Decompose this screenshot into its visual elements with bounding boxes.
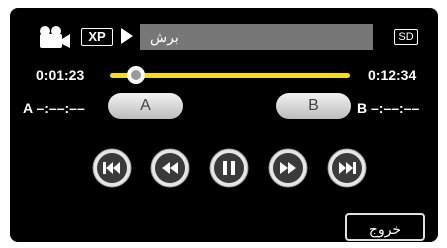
current-time: 0:01:23 [36,67,85,83]
progress-track[interactable] [110,73,350,78]
b-time: –:––:–– [371,100,420,116]
fast-forward-icon[interactable] [268,148,308,188]
quality-badge: XP [81,28,113,46]
skip-previous-icon[interactable] [92,148,132,188]
title-bar: برش [140,24,373,50]
scene-title: برش [150,29,179,45]
b-label: B [357,100,368,116]
a-point-readout: A –:––:–– [23,100,85,116]
exit-button[interactable]: خروج [345,213,425,241]
set-a-button[interactable]: A [108,93,183,119]
progress-knob[interactable] [127,66,146,84]
playback-screen: XP برش SD 0:01:23 0:12:34 A –:––:–– A B … [10,8,438,242]
a-label: A [23,100,33,116]
a-time: –:––:–– [36,100,85,116]
total-time: 0:12:34 [368,67,417,83]
pause-icon[interactable] [209,148,249,188]
set-b-button[interactable]: B [276,93,351,119]
play-icon [121,28,133,44]
media-badge: SD [394,29,418,45]
b-point-readout: B –:––:–– [357,100,419,116]
skip-next-icon[interactable] [327,148,367,188]
rewind-icon[interactable] [150,148,190,188]
video-camera-icon [40,26,70,48]
